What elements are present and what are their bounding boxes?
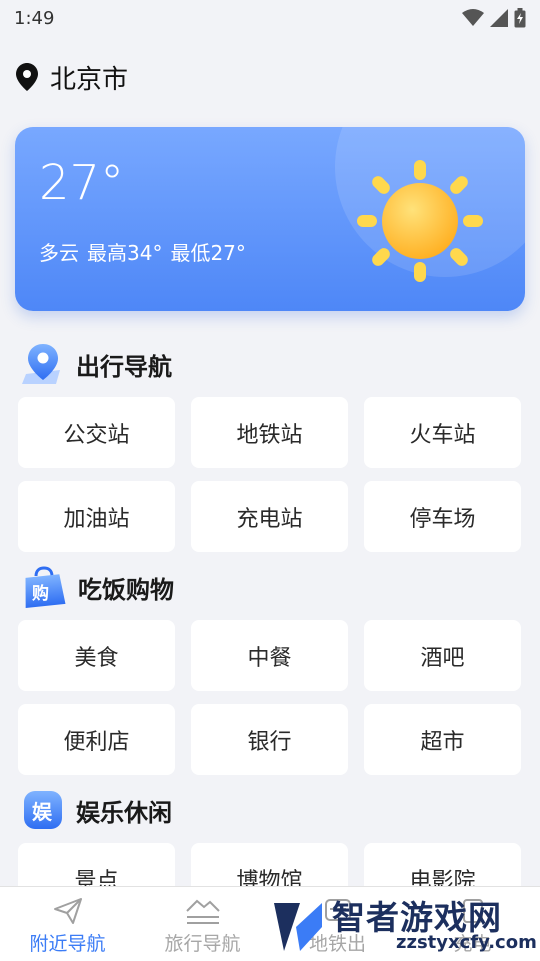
current-temperature: 27°: [39, 155, 125, 211]
wifi-icon: [462, 9, 484, 26]
tile-bank[interactable]: 银行: [191, 704, 348, 775]
location-selector[interactable]: 北京市: [16, 58, 128, 96]
map-pin-icon: [22, 344, 60, 384]
battery-icon: [514, 8, 526, 28]
status-time: 1:49: [14, 7, 55, 29]
watermark-text: 智者游戏网 zzstyxcfy.com: [332, 901, 537, 952]
status-bar: 1:49: [0, 0, 540, 36]
tab-label: 旅行导航: [164, 933, 241, 955]
section-title: 娱乐休闲: [76, 798, 172, 827]
status-icons: [462, 8, 526, 28]
food-grid: 美食 中餐 酒吧 便利店 银行 超市: [18, 620, 522, 775]
tab-nearby-navigation[interactable]: 附近导航: [0, 887, 135, 961]
shopping-bag-icon: 购: [25, 566, 66, 608]
mountain-icon: [185, 899, 220, 924]
tile-chinese-food[interactable]: 中餐: [191, 620, 348, 691]
weather-condition: 多云: [39, 241, 79, 265]
section-header-travel: 出行导航: [22, 342, 172, 386]
tile-subway-station[interactable]: 地铁站: [191, 397, 348, 468]
tile-bar[interactable]: 酒吧: [364, 620, 521, 691]
section-header-leisure: 娱 娱乐休闲: [22, 788, 172, 832]
travel-grid: 公交站 地铁站 火车站 加油站 充电站 停车场: [18, 397, 522, 552]
svg-text:娱: 娱: [32, 800, 53, 824]
weather-low: 最低27°: [170, 241, 246, 265]
tile-gas-station[interactable]: 加油站: [18, 481, 175, 552]
tab-label: 附近导航: [29, 933, 106, 955]
leisure-badge-icon: 娱: [24, 791, 62, 829]
tile-food[interactable]: 美食: [18, 620, 175, 691]
tile-bus-stop[interactable]: 公交站: [18, 397, 175, 468]
weather-card[interactable]: 27° 多云 最高34° 最低27°: [15, 127, 525, 311]
signal-icon: [490, 9, 508, 27]
watermark-logo-icon: [274, 902, 322, 951]
watermark-domain: zzstyxcfy.com: [396, 932, 537, 953]
tile-train-station[interactable]: 火车站: [364, 397, 521, 468]
city-name: 北京市: [50, 64, 129, 95]
tile-convenience-store[interactable]: 便利店: [18, 704, 175, 775]
svg-text:购: 购: [32, 583, 49, 604]
weather-summary: 多云 最高34° 最低27°: [39, 237, 246, 266]
tile-supermarket[interactable]: 超市: [364, 704, 521, 775]
section-header-food: 购 吃饭购物: [22, 565, 174, 609]
sun-icon: [357, 160, 483, 282]
tile-charging-station[interactable]: 充电站: [191, 481, 348, 552]
paper-plane-icon: [53, 898, 82, 924]
watermark: 智者游戏网 zzstyxcfy.com: [270, 893, 540, 960]
watermark-name: 智者游戏网: [332, 898, 502, 937]
location-pin-icon: [16, 63, 38, 91]
tile-parking-lot[interactable]: 停车场: [364, 481, 521, 552]
tab-travel-navigation[interactable]: 旅行导航: [135, 887, 270, 961]
weather-high: 最高34°: [87, 241, 163, 265]
section-title: 出行导航: [76, 352, 172, 381]
section-title: 吃饭购物: [78, 575, 174, 604]
